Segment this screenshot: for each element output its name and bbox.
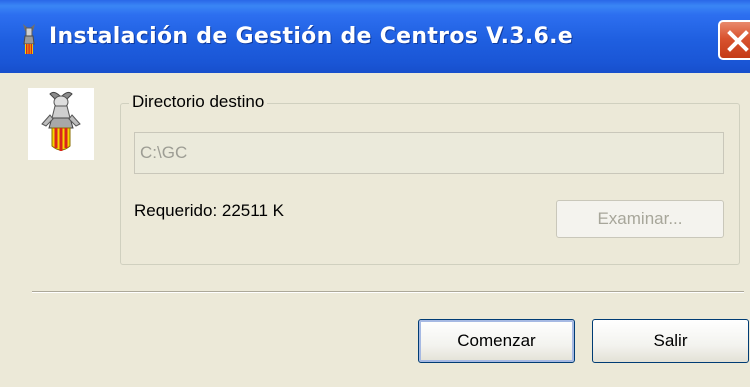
exit-button[interactable]: Salir bbox=[592, 319, 749, 363]
close-icon bbox=[727, 30, 749, 52]
window-title: Instalación de Gestión de Centros V.3.6.… bbox=[49, 24, 573, 49]
start-button[interactable]: Comenzar bbox=[418, 319, 575, 363]
destination-groupbox bbox=[120, 103, 740, 265]
separator bbox=[32, 291, 744, 293]
destination-path-input[interactable] bbox=[134, 132, 724, 174]
close-button[interactable] bbox=[718, 20, 750, 60]
installer-window: Instalación de Gestión de Centros V.3.6.… bbox=[0, 0, 750, 387]
title-bar[interactable]: Instalación de Gestión de Centros V.3.6.… bbox=[0, 0, 750, 73]
app-crest-icon bbox=[20, 22, 38, 56]
destination-group-label: Directorio destino bbox=[129, 92, 268, 112]
browse-button[interactable]: Examinar... bbox=[556, 200, 724, 238]
required-space-text: Requerido: 22511 K bbox=[134, 201, 284, 220]
crest-logo bbox=[28, 88, 94, 160]
